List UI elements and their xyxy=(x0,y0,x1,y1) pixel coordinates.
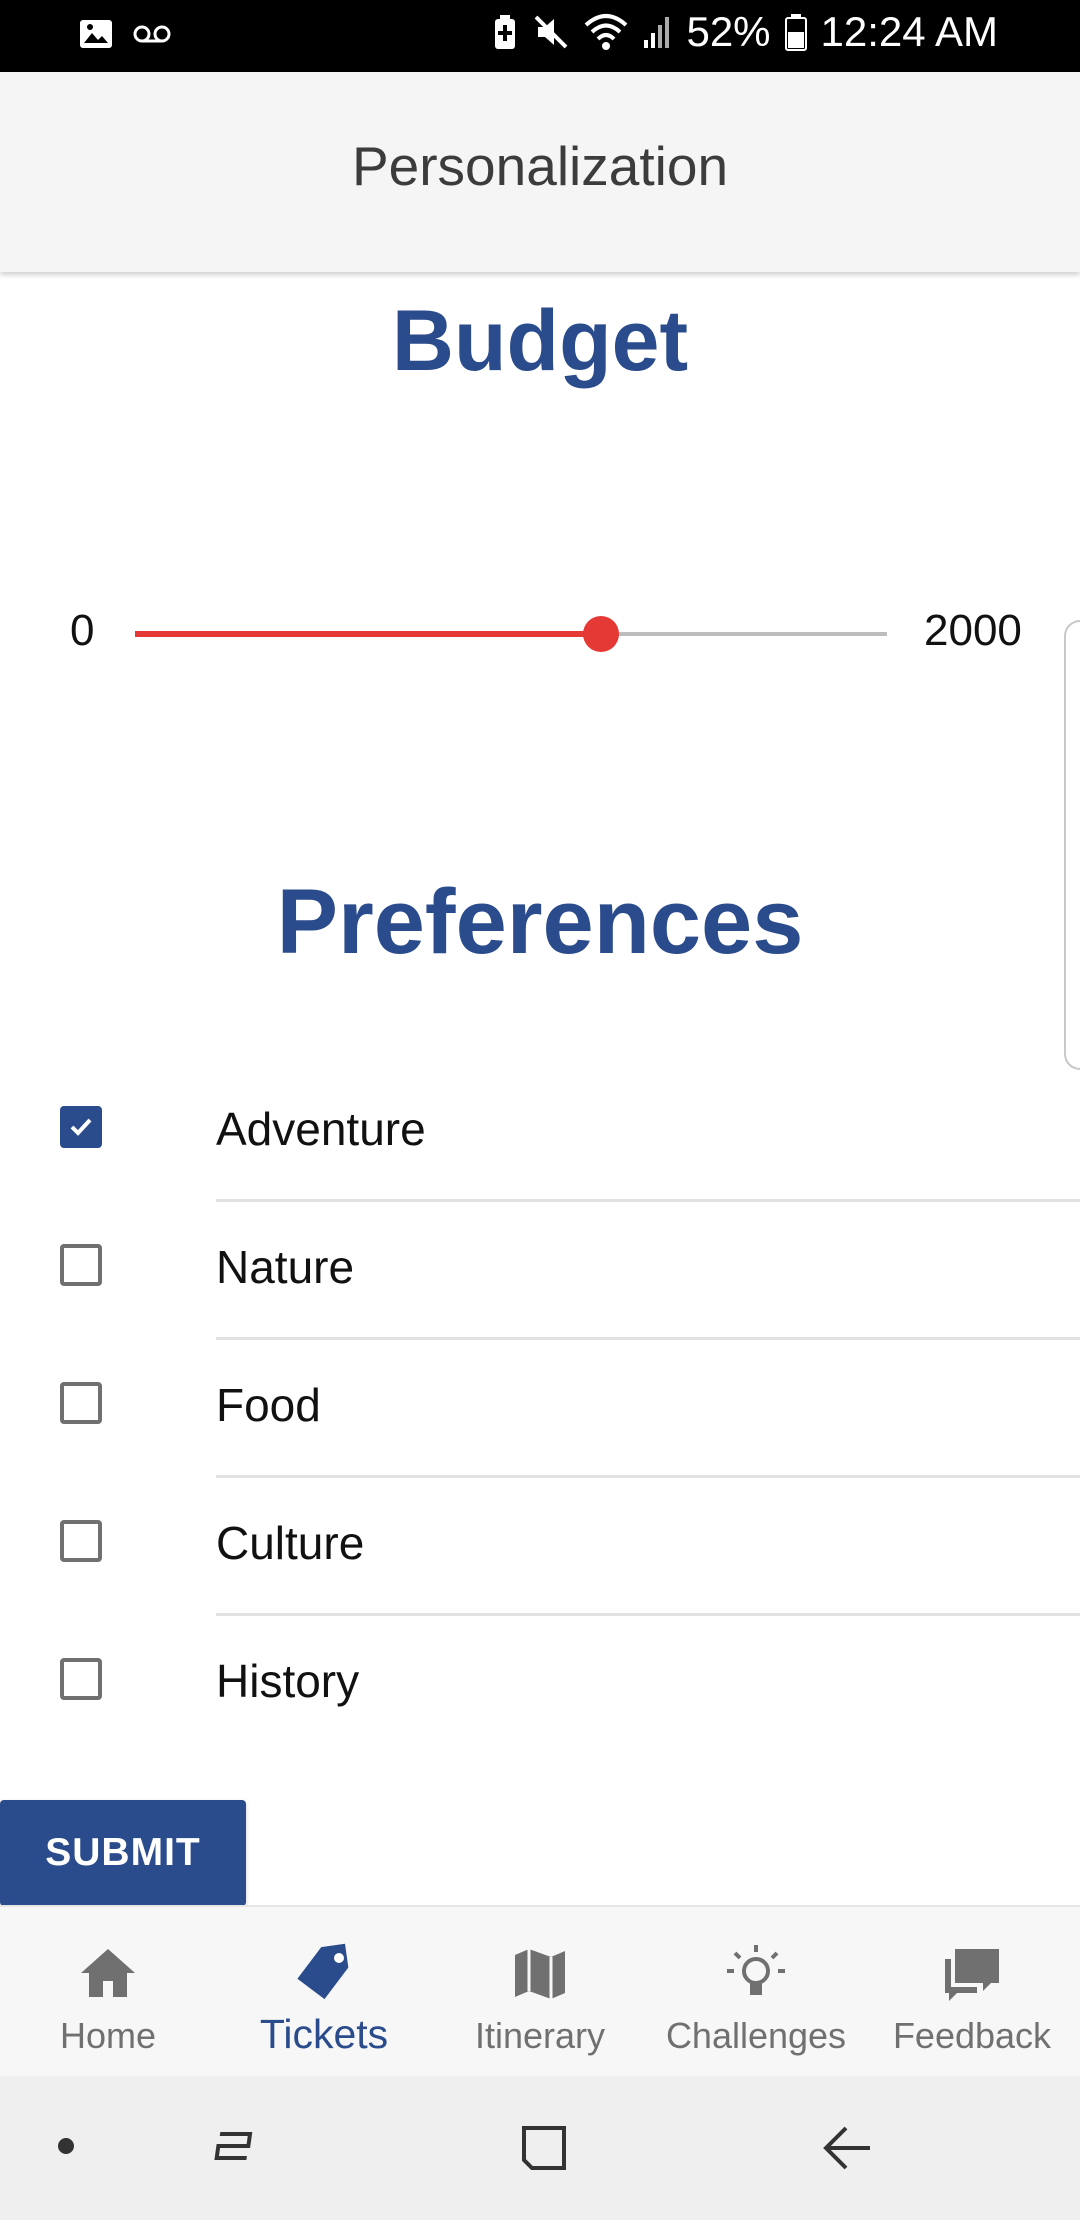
nav-challenges[interactable]: Challenges xyxy=(648,1907,864,2077)
lightbulb-icon xyxy=(727,1945,785,1995)
battery-saver-icon xyxy=(495,15,516,49)
home-square-icon[interactable] xyxy=(516,2120,572,2176)
feedback-icon xyxy=(945,1949,999,2001)
adventure-checkbox[interactable] xyxy=(60,1106,102,1148)
preferences-heading: Preferences xyxy=(276,871,804,973)
nav-tickets[interactable]: Tickets xyxy=(216,1907,432,2077)
budget-slider[interactable] xyxy=(135,616,887,652)
bottom-nav: Home Tickets Itinerary Challenges Feedba… xyxy=(0,1905,1080,2077)
preference-label: Food xyxy=(216,1379,321,1431)
slider-track-fill xyxy=(135,631,602,637)
battery-icon xyxy=(784,14,807,51)
clock: 12:24 AM xyxy=(820,8,998,55)
preference-row-culture[interactable]: Culture xyxy=(0,1478,1080,1616)
app-bar: Personalization xyxy=(0,72,1080,272)
back-arrow-icon[interactable] xyxy=(818,2120,874,2176)
voicemail-icon xyxy=(133,25,171,43)
nav-label: Challenges xyxy=(665,2015,847,2056)
side-panel-handle[interactable] xyxy=(1064,620,1080,1070)
preference-row-history[interactable]: History xyxy=(0,1616,1080,1754)
food-checkbox[interactable] xyxy=(60,1382,102,1424)
culture-checkbox[interactable] xyxy=(60,1520,102,1562)
nav-label: Itinerary xyxy=(474,2015,606,2056)
nav-label: Tickets xyxy=(259,2011,389,2057)
budget-max-label: 2000 xyxy=(924,606,1022,655)
preference-label: Culture xyxy=(216,1517,365,1569)
image-notification-icon xyxy=(80,20,112,48)
preference-label: Adventure xyxy=(216,1103,426,1155)
recent-apps-icon[interactable] xyxy=(214,2120,270,2176)
budget-heading: Budget xyxy=(391,293,689,389)
nav-itinerary[interactable]: Itinerary xyxy=(432,1907,648,2077)
mute-icon xyxy=(535,15,568,49)
nav-label: Feedback xyxy=(892,2015,1052,2056)
preference-label: Nature xyxy=(216,1241,355,1293)
nature-checkbox[interactable] xyxy=(60,1244,102,1286)
preference-row-food[interactable]: Food xyxy=(0,1340,1080,1478)
nav-feedback[interactable]: Feedback xyxy=(864,1907,1080,2077)
home-icon xyxy=(81,1949,135,1997)
history-checkbox[interactable] xyxy=(60,1658,102,1700)
page-title: Personalization xyxy=(351,135,729,197)
wifi-icon xyxy=(585,14,628,50)
battery-percent: 52% xyxy=(686,8,771,55)
system-navigation-bar xyxy=(0,2076,1080,2220)
ticket-tag-icon xyxy=(297,1943,349,2000)
status-bar: 52% 12:24 AM xyxy=(0,0,1080,72)
nav-home[interactable]: Home xyxy=(0,1907,216,2077)
nav-label: Home xyxy=(59,2015,157,2056)
budget-min-label: 0 xyxy=(70,606,95,655)
dot-icon[interactable] xyxy=(56,2136,76,2156)
map-icon xyxy=(515,1949,565,1999)
preference-row-adventure[interactable]: Adventure xyxy=(0,1064,1080,1202)
check-icon xyxy=(70,1118,92,1136)
submit-button[interactable]: SUBMIT xyxy=(0,1800,246,1906)
signal-icon xyxy=(644,17,670,48)
preference-label: History xyxy=(216,1655,360,1707)
slider-thumb[interactable] xyxy=(583,616,620,652)
preference-row-nature[interactable]: Nature xyxy=(0,1202,1080,1340)
